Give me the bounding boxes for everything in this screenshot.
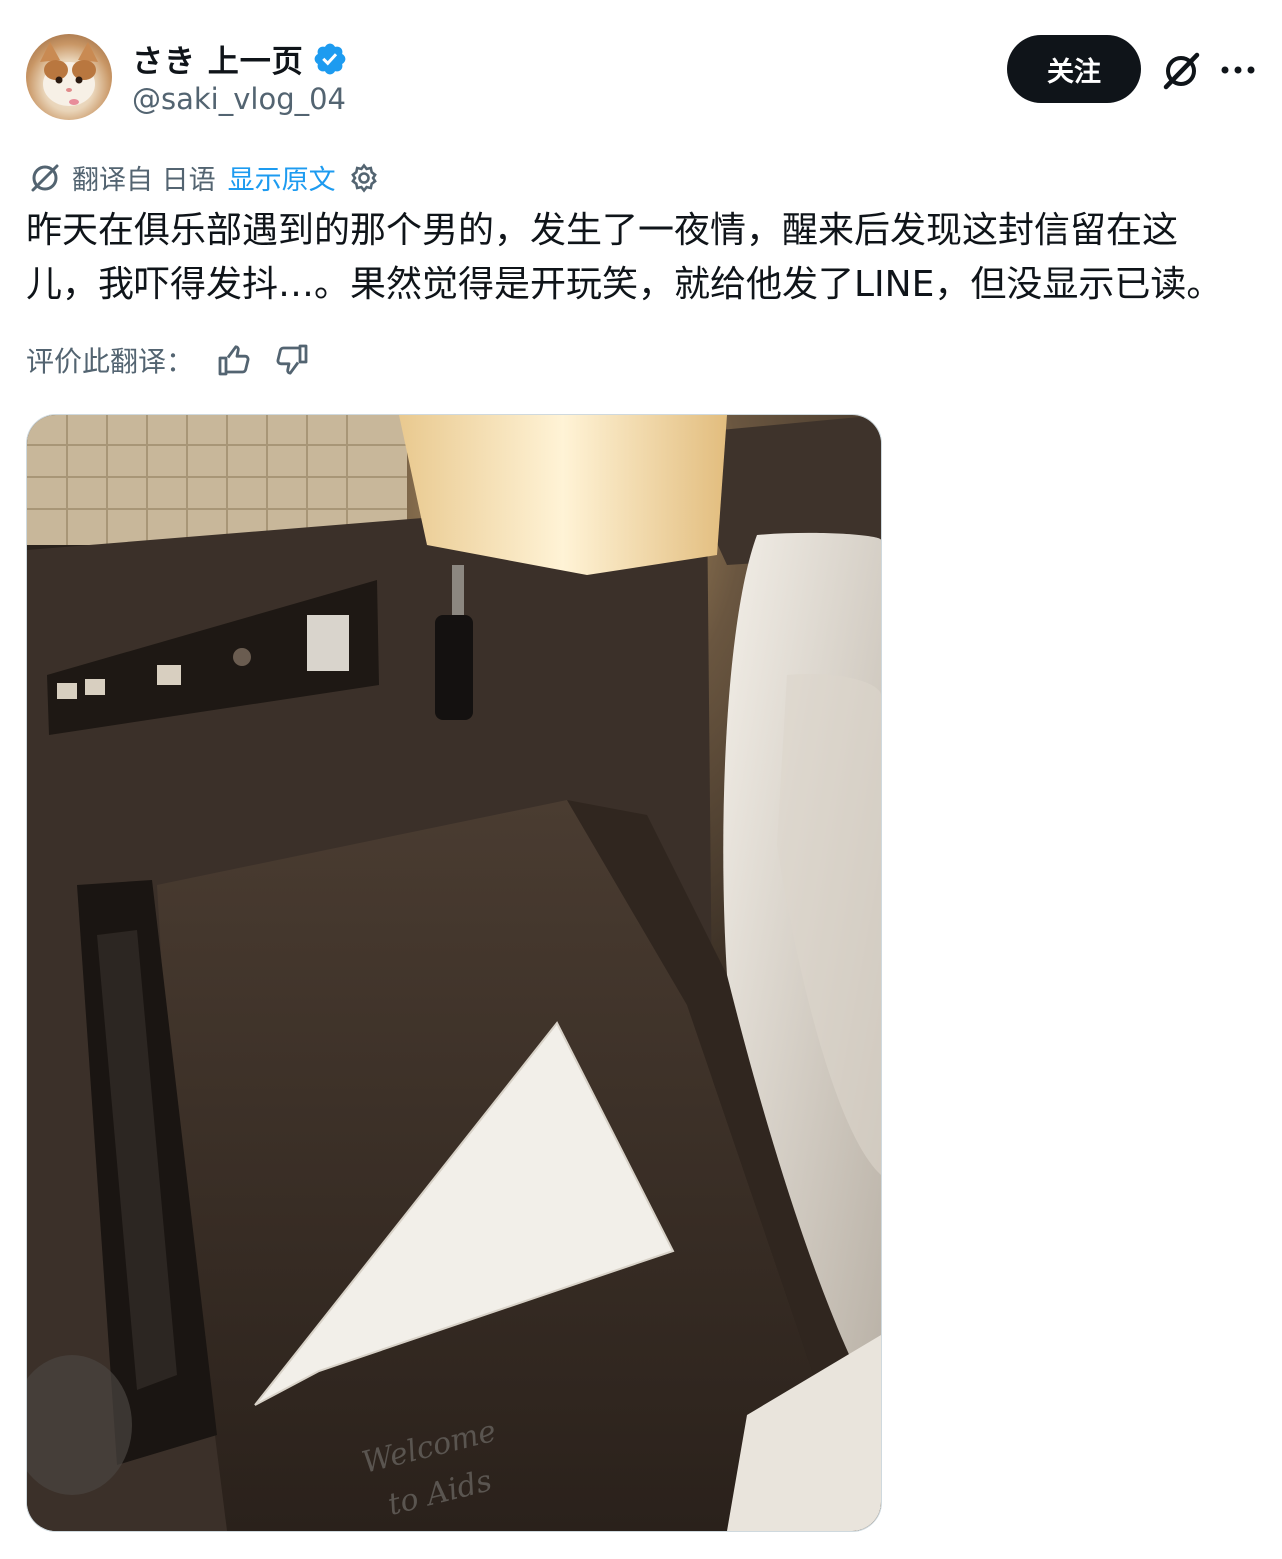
thumbs-up-icon[interactable] [216,342,252,378]
more-dots-icon[interactable] [1220,60,1256,80]
gear-icon[interactable] [348,162,380,194]
follow-button[interactable]: 关注 [1007,35,1141,103]
tweet-text: 昨天在俱乐部遇到的那个男的，发生了一夜情，醒来后发现这封信留在这儿，我吓得发抖…… [26,210,1223,305]
display-name[interactable]: さき 上一页 [132,36,304,81]
rate-translation-bar: 评价此翻译： [26,340,310,380]
rate-translation-label: 评价此翻译： [26,345,195,378]
grok-icon[interactable] [1160,50,1202,92]
translate-icon [31,164,59,191]
verified-badge-icon [314,43,346,74]
thumbs-down-icon[interactable] [274,342,310,378]
show-original-link[interactable]: 显示原文 [228,158,336,197]
user-handle[interactable]: @saki_vlog_04 [132,82,346,116]
tweet-photo[interactable]: Welcome to Aids [26,414,882,1532]
cat-avatar-image [40,42,98,106]
translated-from-label: 翻译自 日语 [72,165,216,196]
translation-bar: 翻译自 日语 显示原文 [28,158,380,197]
author-name-row[interactable]: さき 上一页 [132,36,348,81]
avatar[interactable] [26,34,112,120]
hotel-nightstand-photo: Welcome to Aids [27,415,881,1531]
